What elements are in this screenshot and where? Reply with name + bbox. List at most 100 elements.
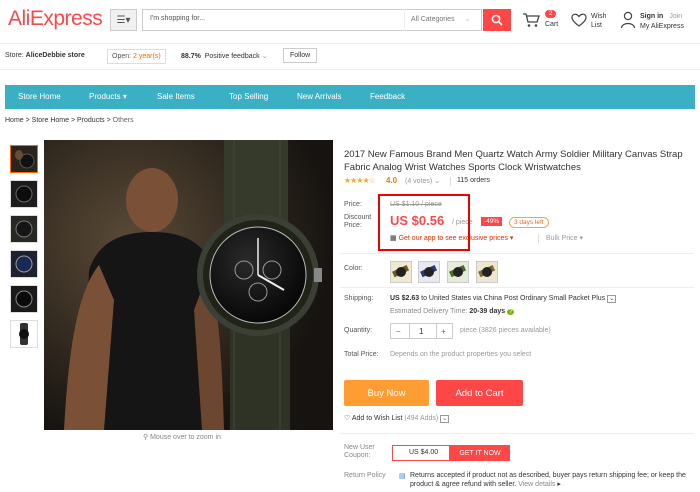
product-photo bbox=[44, 140, 333, 430]
chevron-down-icon: ⌄ bbox=[261, 53, 268, 60]
heart-icon[interactable] bbox=[570, 12, 588, 28]
bulk-price-label: Bulk Price bbox=[546, 235, 578, 242]
bulk-price-dropdown[interactable]: Bulk Price ▾ bbox=[546, 234, 583, 242]
thumbnail-3[interactable] bbox=[10, 215, 38, 243]
total-price-label: Total Price: bbox=[344, 351, 379, 358]
search-icon bbox=[491, 14, 503, 26]
thumbnail-5[interactable] bbox=[10, 285, 38, 313]
breadcrumb-others[interactable]: Others bbox=[113, 117, 134, 124]
cart-icon[interactable] bbox=[522, 12, 540, 28]
caret-right-icon: ▸ bbox=[557, 481, 561, 488]
product-title: 2017 New Famous Brand Men Quartz Watch A… bbox=[344, 149, 683, 173]
chevron-down-icon[interactable]: ⌄ bbox=[440, 415, 450, 423]
category-select-label: All Categories bbox=[411, 16, 455, 23]
quantity-minus-button[interactable]: − bbox=[396, 327, 401, 336]
votes-count[interactable]: (4 votes) ⌄ bbox=[405, 177, 440, 185]
section-divider bbox=[340, 287, 694, 288]
open-years: 2 year(s) bbox=[133, 53, 161, 60]
orders-count: 115 orders bbox=[457, 177, 490, 184]
thumbnail-1[interactable] bbox=[10, 145, 38, 173]
breadcrumb-store-home[interactable]: Store Home bbox=[32, 117, 69, 124]
nav-sale-items[interactable]: Sale Items bbox=[157, 92, 195, 101]
thumbnail-image bbox=[11, 286, 37, 312]
watch-thumbnail bbox=[477, 262, 497, 282]
chevron-down-icon: ⌄ bbox=[434, 178, 441, 185]
divider bbox=[538, 234, 539, 243]
new-user-coupon-label: New User Coupon: bbox=[344, 444, 375, 459]
watch-thumbnail bbox=[448, 262, 468, 282]
nav-store-home[interactable]: Store Home bbox=[18, 92, 61, 101]
chevron-down-icon[interactable]: ⌄ bbox=[607, 295, 617, 303]
add-to-cart-button[interactable]: Add to Cart bbox=[436, 380, 523, 406]
heart-icon: ♡ bbox=[344, 415, 351, 422]
nav-products[interactable]: Products ▾ bbox=[89, 92, 127, 101]
shipping-price: US $2.63 bbox=[390, 295, 420, 302]
sign-in-link[interactable]: Sign in bbox=[640, 13, 663, 20]
cart-link[interactable]: Cart bbox=[545, 21, 558, 28]
follow-button[interactable]: Follow bbox=[283, 48, 318, 63]
return-policy-label: Return Policy bbox=[344, 472, 386, 479]
chevron-down-icon: ⌄ bbox=[464, 16, 471, 23]
color-swatch-2[interactable] bbox=[418, 261, 440, 283]
positive-feedback[interactable]: 88.7% Positive feedback ⌄ bbox=[181, 52, 267, 60]
menu-icon: ☰▾ bbox=[116, 14, 131, 26]
help-icon[interactable]: ? bbox=[507, 309, 515, 315]
divider bbox=[450, 177, 451, 186]
color-swatch-1[interactable] bbox=[390, 261, 412, 283]
color-label: Color: bbox=[344, 265, 363, 272]
category-menu-button[interactable]: ☰▾ bbox=[110, 9, 137, 31]
shipping-option[interactable]: US $2.63 to United States via China Post… bbox=[390, 295, 617, 303]
store-label: Store: bbox=[5, 52, 24, 59]
view-details-link[interactable]: View details bbox=[518, 481, 555, 488]
nav-products-label: Products bbox=[89, 92, 121, 101]
watch-thumbnail bbox=[419, 262, 439, 282]
user-icon[interactable] bbox=[620, 11, 636, 29]
delivery-label: Estimated Delivery Time: bbox=[390, 308, 468, 315]
account-menu[interactable]: Sign in Join My AliExpress bbox=[640, 12, 684, 32]
buy-now-button[interactable]: Buy Now bbox=[344, 380, 429, 406]
nav-feedback[interactable]: Feedback bbox=[370, 92, 405, 101]
thumbnail-4[interactable] bbox=[10, 250, 38, 278]
votes-text: (4 votes) bbox=[405, 178, 433, 185]
thumbnail-6[interactable] bbox=[10, 320, 38, 348]
thumbnail-image bbox=[11, 146, 37, 172]
search-button[interactable] bbox=[483, 9, 511, 31]
main-product-image[interactable] bbox=[44, 140, 333, 430]
cart-count-badge: 2 bbox=[545, 10, 557, 18]
quantity-label: Quantity: bbox=[344, 327, 373, 334]
store-name[interactable]: AliceDebbie store bbox=[26, 52, 85, 59]
quantity-input[interactable]: 1 bbox=[419, 327, 423, 336]
highlight-box bbox=[378, 194, 470, 251]
delivery-time: Estimated Delivery Time: 20-39 days ? bbox=[390, 308, 515, 315]
my-aliexpress-link[interactable]: My AliExpress bbox=[640, 22, 684, 32]
add-to-wish-list[interactable]: ♡ Add to Wish List (494 Adds) ⌄ bbox=[344, 414, 450, 423]
thumbnail-2[interactable] bbox=[10, 180, 38, 208]
thumbnail-image bbox=[11, 321, 37, 347]
color-swatch-3[interactable] bbox=[447, 261, 469, 283]
aliexpress-logo[interactable]: AliExpress bbox=[8, 7, 103, 31]
search-input[interactable]: I'm shopping for... bbox=[150, 15, 205, 22]
days-left-badge: 3 days left bbox=[509, 217, 549, 228]
section-divider bbox=[340, 253, 694, 254]
shipping-label: Shipping: bbox=[344, 295, 374, 302]
section-divider bbox=[340, 433, 694, 434]
feedback-label: Positive feedback bbox=[204, 53, 260, 60]
divider bbox=[409, 323, 410, 339]
breadcrumb-home[interactable]: Home bbox=[5, 117, 24, 124]
watch-thumbnail bbox=[391, 262, 411, 282]
wish-list-link[interactable]: Wish List bbox=[591, 12, 607, 30]
breadcrumb-products[interactable]: Products bbox=[77, 117, 105, 124]
rating-stars-icon[interactable]: ★★★★☆ bbox=[344, 176, 376, 185]
nav-top-selling[interactable]: Top Selling bbox=[229, 92, 268, 101]
open-prefix: Open: bbox=[112, 53, 132, 60]
add-wish-text: Add to Wish List bbox=[351, 415, 403, 422]
magnifier-icon: ⚲ bbox=[143, 434, 149, 441]
category-select[interactable]: All Categories ⌄ bbox=[404, 9, 483, 31]
color-swatch-4[interactable] bbox=[476, 261, 498, 283]
nav-new-arrivals[interactable]: New Arrivals bbox=[297, 92, 341, 101]
availability: piece (3826 pieces available) bbox=[460, 327, 551, 334]
discount-price-label: Discount Price: bbox=[344, 214, 372, 229]
join-link[interactable]: Join bbox=[669, 13, 682, 20]
get-coupon-button[interactable]: GET IT NOW bbox=[450, 445, 510, 461]
quantity-plus-button[interactable]: + bbox=[441, 327, 446, 336]
